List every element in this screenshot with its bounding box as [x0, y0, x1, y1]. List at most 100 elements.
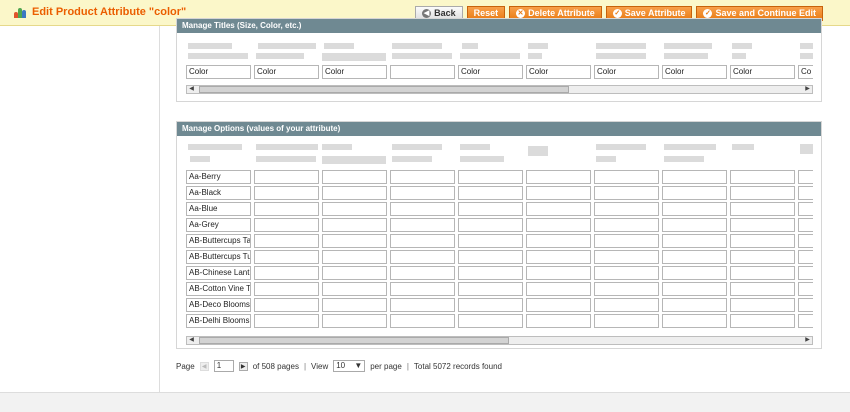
option-store-value-input[interactable] [594, 186, 659, 200]
option-store-value-input[interactable] [662, 202, 727, 216]
option-store-value-input[interactable] [254, 218, 319, 232]
title-input[interactable]: Co [798, 65, 813, 79]
option-store-value-input[interactable] [662, 250, 727, 264]
per-page-select[interactable]: 10 ▼ [333, 360, 366, 372]
options-horizontal-scrollbar[interactable]: ◀ ▶ [186, 336, 813, 345]
option-store-value-input[interactable] [526, 266, 591, 280]
option-store-value-input[interactable] [458, 266, 523, 280]
option-store-value-input[interactable] [458, 186, 523, 200]
prev-page-icon[interactable]: ◀ [199, 361, 209, 371]
option-store-value-input[interactable] [594, 298, 659, 312]
option-store-value-input[interactable] [254, 250, 319, 264]
option-store-value-input[interactable] [322, 234, 387, 248]
option-store-value-input[interactable] [730, 314, 795, 328]
titles-horizontal-scrollbar[interactable]: ◀ ▶ [186, 85, 813, 94]
option-store-value-input[interactable] [390, 266, 455, 280]
option-store-value-input[interactable] [730, 250, 795, 264]
option-store-value-input[interactable] [662, 186, 727, 200]
option-store-value-input[interactable] [390, 202, 455, 216]
page-number-input[interactable]: 1 [213, 360, 234, 372]
option-store-value-input[interactable] [254, 314, 319, 328]
option-store-value-input[interactable] [390, 234, 455, 248]
option-store-value-input[interactable] [594, 218, 659, 232]
option-store-value-input[interactable] [254, 202, 319, 216]
option-store-value-input[interactable] [798, 250, 813, 264]
option-store-value-input[interactable] [798, 170, 813, 184]
option-store-value-input[interactable] [254, 170, 319, 184]
scroll-left-icon[interactable]: ◀ [187, 337, 196, 344]
option-store-value-input[interactable] [594, 266, 659, 280]
option-store-value-input[interactable] [798, 186, 813, 200]
option-store-value-input[interactable] [322, 186, 387, 200]
option-store-value-input[interactable] [458, 218, 523, 232]
option-store-value-input[interactable] [458, 234, 523, 248]
scroll-thumb[interactable] [199, 337, 509, 344]
option-store-value-input[interactable] [458, 282, 523, 296]
option-admin-value-input[interactable]: AB-Buttercups Tu [186, 250, 251, 264]
option-store-value-input[interactable] [254, 186, 319, 200]
option-admin-value-input[interactable]: AB-Chinese Lant [186, 266, 251, 280]
scroll-right-icon[interactable]: ▶ [803, 86, 812, 93]
option-store-value-input[interactable] [594, 314, 659, 328]
option-store-value-input[interactable] [254, 282, 319, 296]
option-store-value-input[interactable] [798, 298, 813, 312]
option-store-value-input[interactable] [526, 314, 591, 328]
title-input[interactable]: Color [322, 65, 387, 79]
option-store-value-input[interactable] [798, 202, 813, 216]
option-store-value-input[interactable] [526, 170, 591, 184]
option-store-value-input[interactable] [458, 170, 523, 184]
option-store-value-input[interactable] [322, 314, 387, 328]
option-store-value-input[interactable] [390, 218, 455, 232]
option-store-value-input[interactable] [390, 250, 455, 264]
option-store-value-input[interactable] [390, 298, 455, 312]
option-admin-value-input[interactable]: Aa-Grey [186, 218, 251, 232]
option-store-value-input[interactable] [322, 298, 387, 312]
option-store-value-input[interactable] [254, 266, 319, 280]
title-input[interactable]: Color [254, 65, 319, 79]
option-store-value-input[interactable] [390, 186, 455, 200]
option-store-value-input[interactable] [322, 266, 387, 280]
option-admin-value-input[interactable]: AB-Buttercups Ta [186, 234, 251, 248]
option-admin-value-input[interactable]: Aa-Blue [186, 202, 251, 216]
option-store-value-input[interactable] [390, 170, 455, 184]
option-admin-value-input[interactable]: AB-Cotton Vine T [186, 282, 251, 296]
option-store-value-input[interactable] [322, 170, 387, 184]
option-store-value-input[interactable] [526, 234, 591, 248]
option-store-value-input[interactable] [526, 202, 591, 216]
title-input[interactable]: Color [662, 65, 727, 79]
title-input[interactable]: Color [526, 65, 591, 79]
option-admin-value-input[interactable]: AB-Delhi Blooms [186, 314, 251, 328]
option-store-value-input[interactable] [526, 282, 591, 296]
scroll-right-icon[interactable]: ▶ [803, 337, 812, 344]
option-store-value-input[interactable] [798, 218, 813, 232]
option-store-value-input[interactable] [662, 218, 727, 232]
option-store-value-input[interactable] [730, 170, 795, 184]
option-admin-value-input[interactable]: AB-Deco Blooms [186, 298, 251, 312]
option-store-value-input[interactable] [322, 218, 387, 232]
option-store-value-input[interactable] [594, 170, 659, 184]
scroll-left-icon[interactable]: ◀ [187, 86, 196, 93]
option-store-value-input[interactable] [730, 218, 795, 232]
option-store-value-input[interactable] [526, 218, 591, 232]
option-store-value-input[interactable] [798, 314, 813, 328]
option-store-value-input[interactable] [458, 202, 523, 216]
option-store-value-input[interactable] [458, 250, 523, 264]
title-input[interactable]: Color [594, 65, 659, 79]
option-store-value-input[interactable] [730, 234, 795, 248]
option-store-value-input[interactable] [730, 186, 795, 200]
option-store-value-input[interactable] [390, 282, 455, 296]
option-store-value-input[interactable] [254, 298, 319, 312]
option-store-value-input[interactable] [458, 314, 523, 328]
option-store-value-input[interactable] [662, 282, 727, 296]
title-input[interactable]: Color [186, 65, 251, 79]
option-store-value-input[interactable] [662, 234, 727, 248]
option-store-value-input[interactable] [526, 250, 591, 264]
title-input[interactable] [390, 65, 455, 79]
option-store-value-input[interactable] [594, 282, 659, 296]
option-store-value-input[interactable] [662, 298, 727, 312]
option-store-value-input[interactable] [730, 202, 795, 216]
option-store-value-input[interactable] [458, 298, 523, 312]
option-admin-value-input[interactable]: Aa-Berry [186, 170, 251, 184]
option-store-value-input[interactable] [526, 298, 591, 312]
option-store-value-input[interactable] [322, 250, 387, 264]
